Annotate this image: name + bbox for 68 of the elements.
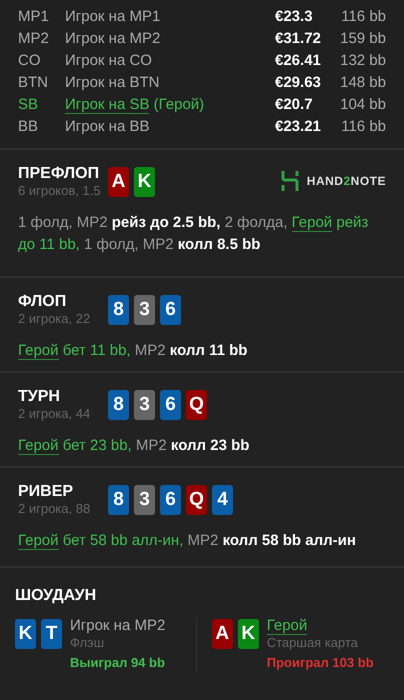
- street-title: ФЛОП: [18, 292, 68, 311]
- player-name: Игрок на BTN: [65, 73, 160, 93]
- playing-card: Q: [186, 390, 207, 420]
- result-text: Проиграл 103 bb: [266, 654, 374, 672]
- hero-link[interactable]: Герой: [292, 214, 332, 232]
- stack-amount: €31.72: [275, 29, 322, 49]
- playing-card: 8: [108, 485, 129, 515]
- stack-bb: 116 bb: [340, 7, 386, 27]
- stack-amount: €29.63: [275, 73, 322, 93]
- street-title: ТУРН: [18, 387, 61, 406]
- stack-bb: 104 bb: [339, 95, 386, 115]
- playing-card: A: [108, 167, 129, 197]
- stack-bb: 159 bb: [339, 29, 386, 49]
- playing-card: T: [41, 619, 62, 649]
- result-text: Выиграл 94 bb: [70, 654, 166, 672]
- playing-card: K: [134, 167, 155, 197]
- position-label: SB: [18, 95, 40, 115]
- hand-rank: Старшая карта: [266, 635, 359, 650]
- player-name: Игрок на CO: [65, 51, 153, 71]
- player-name-link[interactable]: Игрок на SB: [65, 96, 150, 114]
- playing-card: K: [15, 619, 36, 649]
- position-label: CO: [18, 51, 42, 71]
- hero-tag: (Герой): [149, 96, 204, 113]
- hero-link[interactable]: Герой: [18, 342, 59, 360]
- stack-bb: 132 bb: [339, 51, 386, 71]
- position-label: MP2: [18, 29, 50, 49]
- hero-link[interactable]: Герой: [18, 532, 59, 550]
- playing-card: 8: [108, 295, 129, 325]
- street-info: 2 игрока, 22: [18, 311, 92, 326]
- stack-amount: €23.21: [275, 117, 322, 137]
- playing-card: K: [238, 619, 259, 649]
- logo-icon: [281, 170, 300, 192]
- hero-link[interactable]: Герой: [266, 617, 308, 635]
- logo-text: HAND2NOTE: [306, 173, 386, 190]
- action-text: 1 фолд, MP2 рейз до 2.5 bb, 2 фолда, Герой рейз до 11 bb, 1 фолд, MP2 колл 8.5 bb: [18, 213, 370, 255]
- playing-card: 3: [134, 295, 155, 325]
- section-title: ШОУДАУН: [15, 586, 98, 605]
- stack-bb: 116 bb: [340, 117, 386, 137]
- position-label: MP1: [18, 7, 50, 27]
- playing-card: 6: [160, 295, 181, 325]
- player-name: Игрок на MP2: [65, 29, 162, 49]
- playing-card: A: [212, 619, 233, 649]
- stack-amount: €23.3: [275, 7, 314, 27]
- position-label: BTN: [18, 73, 49, 93]
- playing-card: 3: [134, 485, 155, 515]
- street-info: 2 игрока, 88: [18, 501, 92, 516]
- stack-amount: €20.7: [275, 95, 314, 115]
- action-text: Герой бет 58 bb алл-ин, MP2 колл 58 bb алл-ин: [18, 531, 357, 552]
- action-text: Герой бет 23 bb, MP2 колл 23 bb: [18, 436, 250, 457]
- playing-card: 6: [160, 485, 181, 515]
- playing-card: 3: [134, 390, 155, 420]
- playing-card: Q: [186, 485, 207, 515]
- street-info: 6 игроков, 1.5: [18, 183, 102, 198]
- stack-amount: €26.41: [275, 51, 322, 71]
- player-name: Игрок на MP2: [70, 617, 166, 635]
- playing-card: 8: [108, 390, 129, 420]
- playing-card: 4: [212, 485, 233, 515]
- stack-bb: 148 bb: [339, 73, 386, 93]
- street-title: РИВЕР: [18, 482, 74, 501]
- hand-rank: Флэш: [70, 635, 106, 650]
- player-name: Игрок на MP1: [65, 7, 162, 27]
- street-title: ПРЕФЛОП: [18, 164, 100, 183]
- action-text: Герой бет 11 bb, MP2 колл 11 bb: [18, 341, 248, 362]
- hero-link[interactable]: Герой: [18, 437, 59, 455]
- position-label: BB: [18, 117, 40, 137]
- street-info: 2 игрока, 44: [18, 406, 92, 421]
- player-name: Игрок на BB: [65, 117, 150, 137]
- playing-card: 6: [160, 390, 181, 420]
